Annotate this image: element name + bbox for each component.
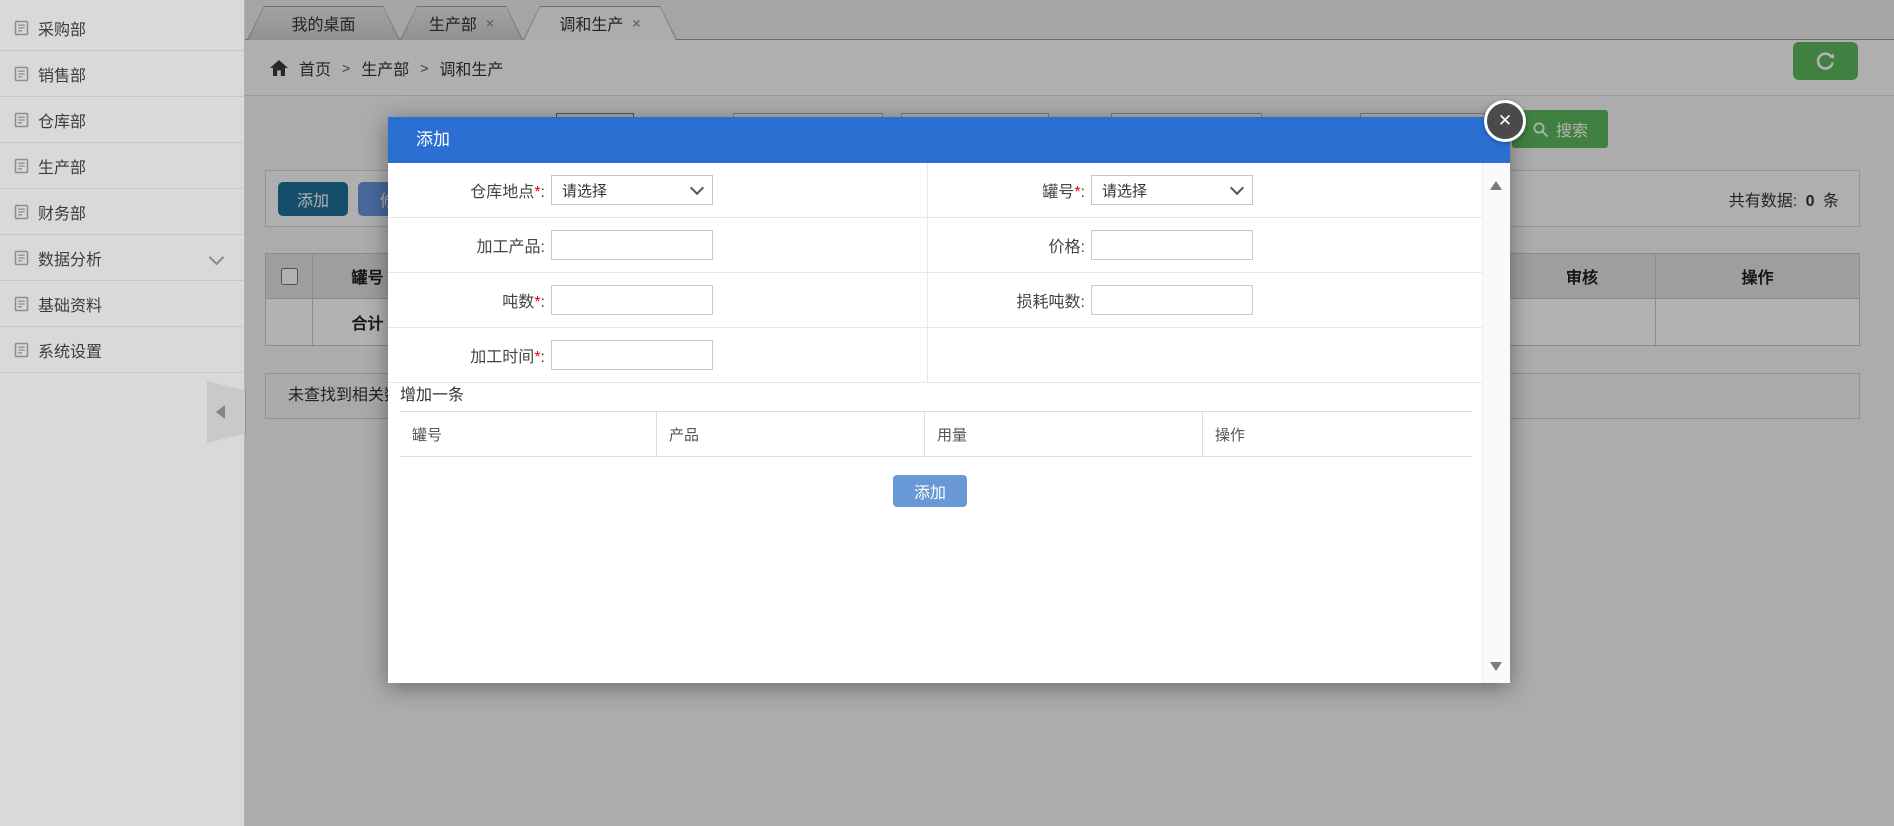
form-row: 仓库地点*: 请选择 罐号*: 请选择 (388, 163, 1482, 218)
dialog-add-submit-button[interactable]: 添加 (893, 475, 967, 507)
form-cell: 价格: (928, 218, 1482, 272)
sidebar-collapse-handle[interactable] (207, 381, 246, 443)
form-cell-empty (928, 328, 1482, 382)
field-label-processing-time: 加工时间*: (388, 343, 545, 367)
ingredient-col-product: 产品 (656, 412, 924, 456)
document-icon (14, 342, 29, 358)
field-label-warehouse: 仓库地点*: (388, 178, 545, 202)
sidebar-item-warehouse[interactable]: 仓库部 (0, 97, 244, 143)
sidebar-item-base-data[interactable]: 基础资料 (0, 281, 244, 327)
dialog-header[interactable]: 添加 (388, 117, 1510, 163)
document-icon (14, 250, 29, 266)
add-dialog: 添加 ✕ 仓库地点*: 请选择 罐号*: 请选择 (388, 117, 1510, 683)
dialog-close-button[interactable]: ✕ (1484, 100, 1526, 142)
sidebar-item-label: 财务部 (38, 200, 86, 224)
field-label-tank: 罐号*: (928, 178, 1085, 202)
ingredient-col-amount: 用量 (924, 412, 1202, 456)
document-icon (14, 112, 29, 128)
form-cell: 加工产品: (388, 218, 928, 272)
loss-tonnage-input[interactable] (1091, 285, 1253, 315)
chevron-down-icon (209, 250, 225, 266)
tank-select[interactable]: 请选择 (1091, 175, 1253, 205)
select-value: 请选择 (562, 180, 607, 201)
form-cell: 罐号*: 请选择 (928, 163, 1482, 217)
chevron-down-icon (1230, 181, 1244, 195)
ingredient-table-header: 罐号 产品 用量 操作 (400, 411, 1472, 457)
sidebar-item-production[interactable]: 生产部 (0, 143, 244, 189)
sidebar-item-purchasing[interactable]: 采购部 (0, 5, 244, 51)
form-row: 加工时间*: (388, 328, 1482, 383)
sidebar-item-data-analysis[interactable]: 数据分析 (0, 235, 244, 281)
warehouse-select[interactable]: 请选择 (551, 175, 713, 205)
scroll-up-icon[interactable] (1490, 181, 1502, 190)
document-icon (14, 158, 29, 174)
sidebar-item-label: 生产部 (38, 154, 86, 178)
document-icon (14, 204, 29, 220)
sidebar-item-label: 采购部 (38, 16, 86, 40)
collapse-left-icon (216, 405, 225, 419)
price-input[interactable] (1091, 230, 1253, 260)
select-value: 请选择 (1102, 180, 1147, 201)
form-cell: 吨数*: (388, 273, 928, 327)
sidebar-item-sales[interactable]: 销售部 (0, 51, 244, 97)
form-cell: 加工时间*: (388, 328, 928, 382)
ingredient-col-action: 操作 (1202, 412, 1472, 456)
ingredient-col-tank: 罐号 (400, 412, 656, 456)
modal-scrollbar[interactable] (1482, 163, 1510, 683)
app-root: 采购部 销售部 仓库部 生产部 财务部 (0, 0, 1894, 826)
scroll-down-icon[interactable] (1490, 662, 1502, 671)
processing-time-input[interactable] (551, 340, 713, 370)
field-label-loss-tonnage: 损耗吨数: (928, 288, 1085, 312)
sidebar-item-label: 数据分析 (38, 246, 102, 270)
chevron-down-icon (690, 181, 704, 195)
sidebar-item-label: 基础资料 (38, 292, 102, 316)
sidebar-item-finance[interactable]: 财务部 (0, 189, 244, 235)
form-cell: 仓库地点*: 请选择 (388, 163, 928, 217)
processed-product-input[interactable] (551, 230, 713, 260)
field-label-processed-product: 加工产品: (388, 233, 545, 257)
document-icon (14, 66, 29, 82)
form-row: 吨数*: 损耗吨数: (388, 273, 1482, 328)
form-row: 加工产品: 价格: (388, 218, 1482, 273)
field-label-price: 价格: (928, 233, 1085, 257)
close-icon: ✕ (1498, 111, 1512, 131)
sidebar-item-label: 销售部 (38, 62, 86, 86)
sidebar-item-label: 系统设置 (38, 338, 102, 362)
tonnage-input[interactable] (551, 285, 713, 315)
document-icon (14, 296, 29, 312)
field-label-tonnage: 吨数*: (388, 288, 545, 312)
dialog-title: 添加 (416, 130, 450, 149)
form-cell: 损耗吨数: (928, 273, 1482, 327)
sidebar-item-label: 仓库部 (38, 108, 86, 132)
sidebar-item-system-settings[interactable]: 系统设置 (0, 327, 244, 373)
document-icon (14, 20, 29, 36)
add-row-section-label: 增加一条 (400, 381, 464, 405)
